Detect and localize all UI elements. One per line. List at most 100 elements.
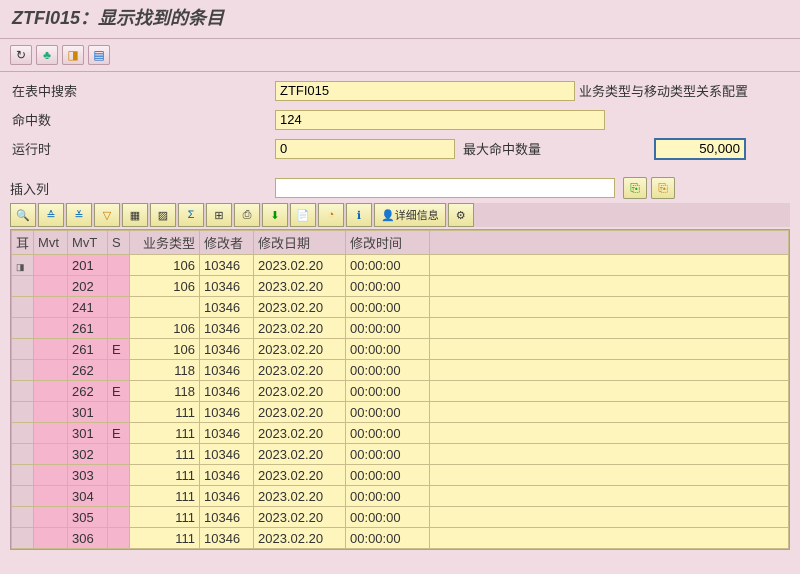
cell-rest [430,360,789,381]
sum-icon[interactable]: Σ [178,203,204,227]
runtime-label: 运行时 [10,136,275,161]
table-row[interactable]: 301E111103462023.02.2000:00:00 [12,423,789,444]
col-mvt2[interactable]: MvT [68,231,108,255]
cell-btype: 111 [130,528,200,549]
row-selector[interactable]: ◨ [12,255,34,276]
col-selector[interactable]: ⽿ [12,231,34,255]
cell-date: 2023.02.20 [254,297,346,318]
col-time[interactable]: 修改时间 [346,231,430,255]
layout-save-icon[interactable]: ▦ [122,203,148,227]
row-selector[interactable] [12,339,34,360]
insert-add-icon[interactable]: ⎘ [623,177,647,199]
cell-btype: 118 [130,381,200,402]
cell-s [108,402,130,423]
row-selector[interactable] [12,318,34,339]
row-selector[interactable] [12,528,34,549]
table-row[interactable]: 301111103462023.02.2000:00:00 [12,402,789,423]
row-selector[interactable] [12,444,34,465]
cell-date: 2023.02.20 [254,507,346,528]
find-icon[interactable]: 🔍 [10,203,36,227]
cell-mvt2: 302 [68,444,108,465]
search-form: 在表中搜索 业务类型与移动类型关系配置 命中数 运行时 最大命中数量 [0,72,800,167]
cell-user: 10346 [200,402,254,423]
row-selector[interactable] [12,465,34,486]
table-row[interactable]: 241103462023.02.2000:00:00 [12,297,789,318]
table-row[interactable]: 305111103462023.02.2000:00:00 [12,507,789,528]
insert-copy-icon[interactable]: ⎘ [651,177,675,199]
hits-value [275,110,605,130]
export-icon[interactable]: ▤ [88,45,110,65]
cell-date: 2023.02.20 [254,465,346,486]
row-selector[interactable] [12,402,34,423]
row-selector[interactable] [12,297,34,318]
insert-input[interactable] [275,178,615,198]
cell-btype: 106 [130,339,200,360]
row-selector[interactable] [12,423,34,444]
max-hits-input[interactable] [655,139,745,159]
row-selector[interactable] [12,276,34,297]
cell-date: 2023.02.20 [254,444,346,465]
cell-user: 10346 [200,486,254,507]
insert-column-row: 插入列 ⎘ ⎘ [10,177,790,199]
cell-s: E [108,423,130,444]
sort-asc-icon[interactable]: ≙ [38,203,64,227]
col-s[interactable]: S [108,231,130,255]
cell-time: 00:00:00 [346,528,430,549]
row-selector[interactable] [12,507,34,528]
table-row[interactable]: 262E118103462023.02.2000:00:00 [12,381,789,402]
row-selector[interactable] [12,381,34,402]
table-row[interactable]: 303111103462023.02.2000:00:00 [12,465,789,486]
row-selector[interactable] [12,486,34,507]
layout-icon[interactable]: ◨ [62,45,84,65]
table-row[interactable]: 261106103462023.02.2000:00:00 [12,318,789,339]
cell-s [108,507,130,528]
info-icon[interactable]: ℹ [346,203,372,227]
export-file-icon[interactable]: 📄 [290,203,316,227]
cell-user: 10346 [200,360,254,381]
cell-time: 00:00:00 [346,423,430,444]
cell-s [108,318,130,339]
table-row[interactable]: 302111103462023.02.2000:00:00 [12,444,789,465]
table-row[interactable]: 261E106103462023.02.2000:00:00 [12,339,789,360]
row-selector[interactable] [12,360,34,381]
cell-s [108,255,130,276]
cell-user: 10346 [200,507,254,528]
cell-mvt2: 303 [68,465,108,486]
filter-icon[interactable]: ▽ [94,203,120,227]
cell-time: 00:00:00 [346,402,430,423]
table-row[interactable]: 304111103462023.02.2000:00:00 [12,486,789,507]
cell-mvt1 [34,507,68,528]
table-row[interactable]: 306111103462023.02.2000:00:00 [12,528,789,549]
cell-mvt2: 301 [68,423,108,444]
table-row[interactable]: ◨201106103462023.02.2000:00:00 [12,255,789,276]
layout-change-icon[interactable]: ▨ [150,203,176,227]
tree-icon[interactable]: ♣ [36,45,58,65]
cell-rest [430,339,789,360]
subtotal-icon[interactable]: ⊞ [206,203,232,227]
col-btype[interactable]: 业务类型 [130,231,200,255]
col-date[interactable]: 修改日期 [254,231,346,255]
cell-rest [430,423,789,444]
cell-time: 00:00:00 [346,465,430,486]
export-excel-icon[interactable]: ⬇ [262,203,288,227]
cell-time: 00:00:00 [346,255,430,276]
settings-icon[interactable]: ⚙ [448,203,474,227]
cell-mvt1 [34,297,68,318]
cell-mvt1 [34,423,68,444]
refresh-icon[interactable]: ↻ [10,45,32,65]
chart-icon[interactable]: ◔ [318,203,344,227]
cell-mvt2: 241 [68,297,108,318]
table-row[interactable]: 202106103462023.02.2000:00:00 [12,276,789,297]
cell-date: 2023.02.20 [254,276,346,297]
col-mvt1[interactable]: Mvt [34,231,68,255]
cell-mvt2: 305 [68,507,108,528]
cell-s: E [108,339,130,360]
detail-label: 详细信息 [395,207,439,223]
detail-button[interactable]: 👤详细信息 [374,203,446,227]
search-input[interactable] [275,81,575,101]
col-user[interactable]: 修改者 [200,231,254,255]
sort-desc-icon[interactable]: ≚ [66,203,92,227]
cell-time: 00:00:00 [346,339,430,360]
print-icon[interactable]: ⎙ [234,203,260,227]
table-row[interactable]: 262118103462023.02.2000:00:00 [12,360,789,381]
